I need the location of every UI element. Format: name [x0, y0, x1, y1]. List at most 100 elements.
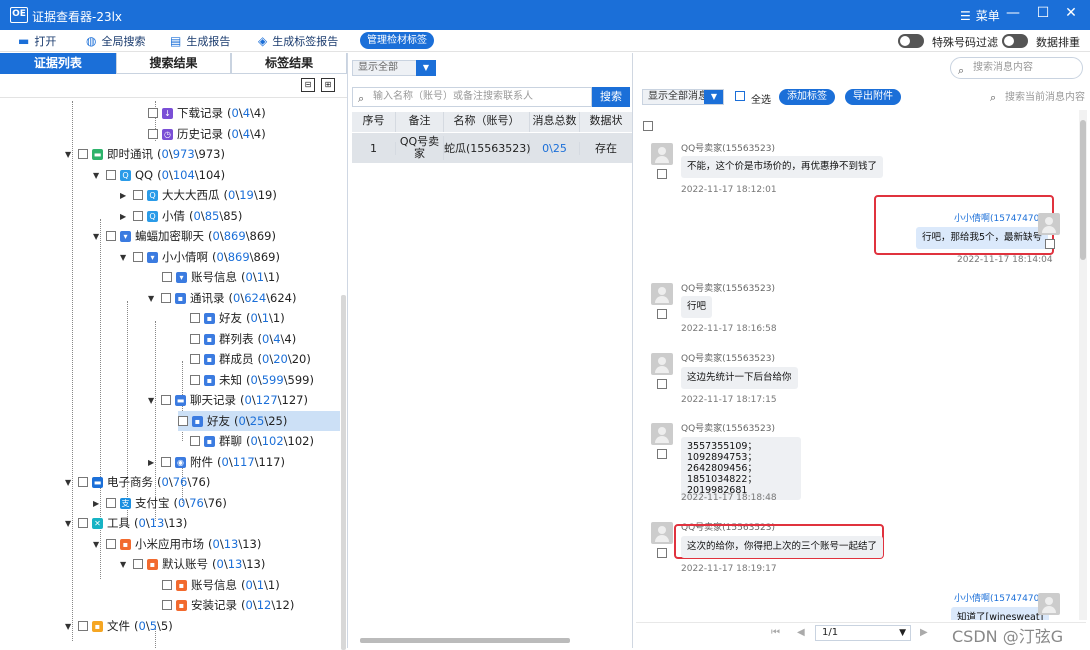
collapse-arrow-icon[interactable]: ▼	[148, 396, 157, 405]
collapse-arrow-icon[interactable]: ▼	[65, 622, 74, 631]
message-bubble[interactable]: 不能，这个价是市场价的，再优惠挣不到钱了	[681, 156, 884, 178]
checkbox[interactable]	[190, 334, 200, 344]
checkbox[interactable]	[148, 129, 158, 139]
collapse-arrow-icon[interactable]: ▼	[120, 560, 129, 569]
tree-node-xiaoqian[interactable]: ▶ Q 小倩 (0\85\85)	[120, 206, 242, 226]
maximize-icon[interactable]: ☐	[1033, 5, 1053, 21]
collapse-arrow-icon[interactable]: ▼	[120, 253, 129, 262]
tree-node-bat-chat[interactable]: ▼ ▾ 蝙蝠加密聊天 (0\869\869)	[93, 226, 276, 246]
message-scrollbar[interactable]	[1079, 110, 1087, 620]
message-bubble[interactable]: 3557355109；1092894753； 2642809456； 18510…	[681, 437, 801, 500]
tree-node-group-list[interactable]: ▪ 群列表 (0\4\4)	[190, 329, 296, 349]
column-header[interactable]: 备注	[396, 112, 444, 132]
tree-node-watermelon[interactable]: ▶ Q 大大大西瓜 (0\19\19)	[120, 185, 277, 205]
checkbox[interactable]	[190, 354, 200, 364]
message-bubble[interactable]: 这边先统计一下后台给你	[681, 367, 798, 389]
message-checkbox[interactable]	[657, 548, 667, 558]
message-checkbox[interactable]	[657, 169, 667, 179]
generate-report-button[interactable]: ▤ 生成报告	[170, 33, 230, 49]
message-bubble[interactable]: 行吧	[681, 296, 713, 318]
message-filter-dropdown[interactable]: 显示全部消息 ▼	[642, 89, 724, 105]
checkbox[interactable]	[78, 621, 88, 631]
tree-node-friends[interactable]: ▪ 好友 (0\1\1)	[190, 308, 285, 328]
message-bubble[interactable]: 知道了[winesweat]	[951, 607, 1050, 620]
checkbox[interactable]	[133, 211, 143, 221]
show-all-dropdown[interactable]: 显示全部 ▼	[352, 60, 436, 76]
tree-node-chat-friends[interactable]: ▪ 好友 (0\25\25)	[178, 411, 340, 431]
expand-all-icon[interactable]: ⊞	[321, 78, 335, 92]
message-checkbox[interactable]	[657, 449, 667, 459]
checkbox[interactable]	[106, 170, 116, 180]
checkbox[interactable]	[78, 518, 88, 528]
checkbox[interactable]	[106, 231, 116, 241]
tab-search-results[interactable]: 搜索结果	[115, 53, 232, 74]
first-page-icon[interactable]: ⏮	[771, 627, 780, 638]
current-message-search-input[interactable]: ⌕ 搜索当前消息内容	[985, 90, 1085, 106]
collapse-arrow-icon[interactable]: ▼	[93, 171, 102, 180]
table-row[interactable]: 1 QQ号卖家 蛇瓜(15563523) 0\25 存在	[352, 133, 632, 163]
checkbox[interactable]	[133, 190, 143, 200]
column-header[interactable]: 名称（账号）	[444, 112, 530, 132]
tree-node-ecommerce[interactable]: ▼ ▬ 电子商务 (0\76\76)	[65, 472, 210, 492]
tree-node-group-members[interactable]: ▪ 群成员 (0\20\20)	[190, 349, 311, 369]
checkbox[interactable]	[178, 416, 188, 426]
expand-arrow-icon[interactable]: ▶	[148, 458, 157, 467]
column-header[interactable]: 消息总数	[530, 112, 580, 132]
tree-node-default-account[interactable]: ▼ ▪ 默认账号 (0\13\13)	[120, 554, 265, 574]
tree-node-files[interactable]: ▼ ▪ 文件 (0\5\5)	[65, 616, 173, 636]
column-header[interactable]: 数据状	[580, 112, 632, 132]
tree-node-unknown[interactable]: ▪ 未知 (0\599\599)	[190, 370, 314, 390]
checkbox[interactable]	[190, 436, 200, 446]
tree-node-qq[interactable]: ▼ Q QQ (0\104\104)	[93, 165, 225, 185]
tree-node-xiaoxiaoqian[interactable]: ▼ ▾ 小小倩啊 (0\869\869)	[120, 247, 280, 267]
checkbox[interactable]	[161, 395, 171, 405]
expand-arrow-icon[interactable]: ▶	[120, 191, 129, 200]
checkbox[interactable]	[190, 375, 200, 385]
tree-node-alipay[interactable]: ▶ 支支付宝 (0\76\76)	[93, 493, 227, 513]
collapse-all-icon[interactable]: ⊟	[301, 78, 315, 92]
manage-tags-button[interactable]: 管理检材标签	[360, 32, 434, 49]
global-search-button[interactable]: ◍ 全局搜索	[86, 33, 145, 49]
contact-search-button[interactable]: 搜索	[592, 87, 630, 107]
message-checkbox[interactable]	[657, 379, 667, 389]
message-bubble[interactable]: 行吧，那给我5个，最新缺号	[916, 227, 1049, 249]
checkbox[interactable]	[162, 600, 172, 610]
open-button[interactable]: ▬ 打开	[18, 33, 56, 49]
checkbox[interactable]	[161, 457, 171, 467]
tree-node-group-chat[interactable]: ▪ 群聊 (0\102\102)	[190, 431, 314, 451]
checkbox[interactable]	[161, 293, 171, 303]
checkbox[interactable]	[133, 252, 143, 262]
checkbox[interactable]	[148, 108, 158, 118]
message-search-input[interactable]: ⌕ 搜索消息内容	[950, 57, 1083, 79]
export-attachments-button[interactable]: 导出附件	[845, 89, 901, 105]
collapse-arrow-icon[interactable]: ▼	[65, 519, 74, 528]
checkbox[interactable]	[133, 559, 143, 569]
message-bubble[interactable]: 这次的给你，你得把上次的三个账号一起结了	[681, 536, 884, 558]
tree-node-xiaomi-market[interactable]: ▼ ▪ 小米应用市场 (0\13\13)	[93, 534, 261, 554]
tab-evidence-list[interactable]: 证据列表	[0, 53, 116, 74]
collapse-arrow-icon[interactable]: ▼	[65, 150, 74, 159]
data-sort-toggle[interactable]	[1002, 34, 1028, 48]
checkbox[interactable]	[190, 313, 200, 323]
tree-node-history-records[interactable]: ◷ 历史记录 (0\4\4)	[148, 124, 266, 144]
checkbox[interactable]	[162, 580, 172, 590]
tree-node-install-records[interactable]: ▪ 安装记录 (0\12\12)	[162, 595, 294, 615]
generate-tag-report-button[interactable]: ◈ 生成标签报告	[258, 33, 338, 49]
collapse-arrow-icon[interactable]: ▼	[65, 478, 74, 487]
collapse-arrow-icon[interactable]: ▼	[93, 540, 102, 549]
checkbox[interactable]	[78, 149, 88, 159]
tree-node-account-info-2[interactable]: ▪ 账号信息 (0\1\1)	[162, 575, 280, 595]
checkbox[interactable]	[106, 539, 116, 549]
tab-tag-results[interactable]: 标签结果	[231, 53, 348, 74]
checkbox[interactable]	[106, 498, 116, 508]
close-icon[interactable]: ✕	[1061, 5, 1081, 21]
expand-arrow-icon[interactable]: ▶	[120, 212, 129, 221]
add-tag-button[interactable]: 添加标签	[779, 89, 835, 105]
checkbox[interactable]	[78, 477, 88, 487]
collapse-arrow-icon[interactable]: ▼	[148, 294, 157, 303]
column-header[interactable]: 序号	[352, 112, 396, 132]
message-checkbox[interactable]	[1045, 239, 1055, 249]
minimize-icon[interactable]: —	[1003, 5, 1023, 21]
tree-scrollbar[interactable]	[341, 295, 346, 650]
tree-node-account-info[interactable]: ▾ 账号信息 (0\1\1)	[162, 267, 280, 287]
